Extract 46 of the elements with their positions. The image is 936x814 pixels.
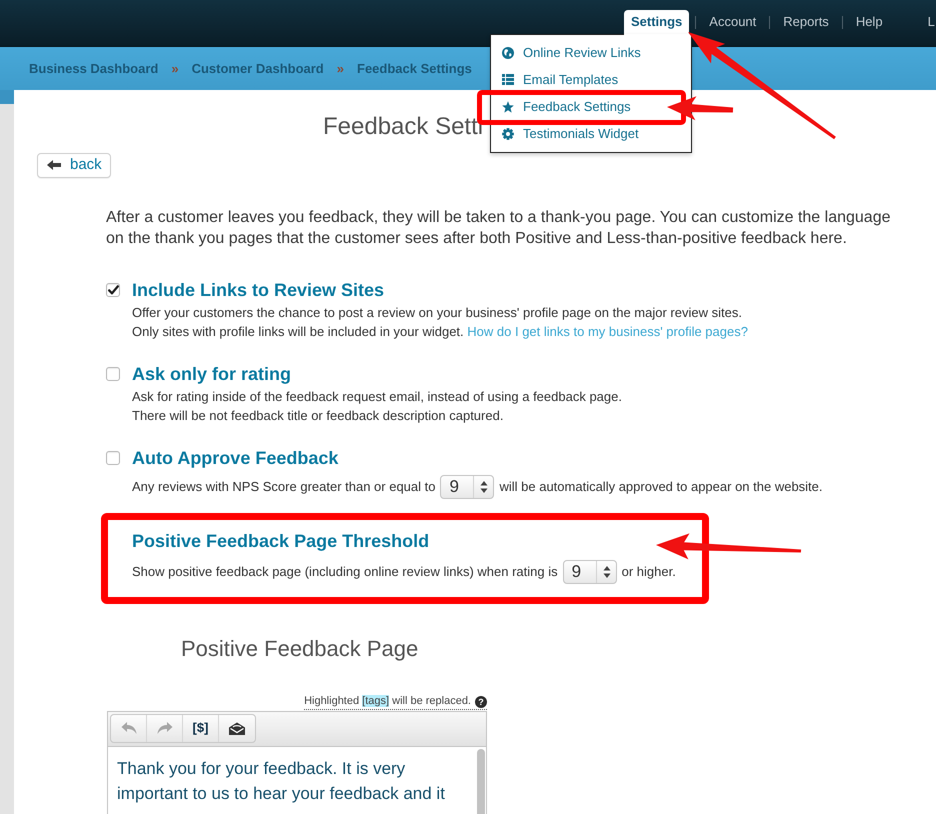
number-select[interactable]: 9 bbox=[562, 560, 617, 584]
number-select[interactable]: 9 bbox=[440, 474, 494, 498]
intro-text: After a customer leaves you feedback, they will be taken to a thank-you page. You can customize the language on the thank you pages that the customer sees after both Positive and Less-than-positive feedback here. bbox=[106, 208, 892, 248]
gear-icon bbox=[502, 128, 514, 140]
undo-icon bbox=[120, 721, 136, 735]
up-down-arrows-icon bbox=[602, 564, 611, 578]
option-title: Auto Approve Feedback bbox=[132, 446, 338, 468]
scrollbar[interactable] bbox=[477, 748, 485, 814]
checkmark-icon bbox=[108, 284, 118, 294]
checkbox[interactable] bbox=[106, 282, 120, 296]
page-title: Feedback Setti bbox=[323, 112, 484, 142]
star-icon bbox=[502, 100, 514, 112]
nav-tab[interactable]: Settings bbox=[624, 10, 690, 34]
checkbox[interactable] bbox=[106, 450, 120, 464]
back-arrow-icon bbox=[47, 160, 61, 170]
menu-item[interactable]: Email Templates bbox=[502, 71, 618, 88]
tag-button[interactable]: [$] bbox=[183, 714, 219, 742]
section-heading: Positive Feedback Page bbox=[181, 634, 418, 662]
breadcrumb-separator: » bbox=[171, 60, 179, 78]
checkbox[interactable] bbox=[106, 366, 120, 380]
nav-tab[interactable]: Account bbox=[696, 10, 770, 34]
option-description: Any reviews with NPS Score greater than or equal to bbox=[132, 478, 436, 496]
option-description: or higher. bbox=[622, 562, 676, 581]
option-description: will be automatically approved to appear on the website. bbox=[499, 478, 823, 496]
nav-tab[interactable]: Reports bbox=[770, 10, 842, 34]
replacement-note: Highlighted [tags] will be replaced. bbox=[304, 695, 471, 708]
option-title: Include Links to Review Sites bbox=[132, 278, 384, 300]
list-icon bbox=[502, 74, 514, 85]
option-title: Ask only for rating bbox=[132, 362, 292, 384]
menu-item[interactable]: Feedback Settings bbox=[502, 98, 631, 115]
menu-item[interactable]: Testimonials Widget bbox=[502, 125, 639, 142]
breadcrumb-separator: » bbox=[336, 60, 344, 78]
option-description: Offer your customers the chance to post a review on your business' profile page on the major review sites. Only sites with profile links will be included in your widget. How do I get links to my business' profile pages? bbox=[132, 304, 748, 340]
help-icon[interactable]: ? bbox=[475, 696, 487, 708]
option-title: Positive Feedback Page Threshold bbox=[132, 530, 430, 552]
nav-link[interactable]: L bbox=[928, 10, 935, 34]
back-button[interactable]: back bbox=[37, 153, 111, 178]
up-down-arrows-icon bbox=[480, 480, 488, 494]
menu-item[interactable]: Online Review Links bbox=[502, 44, 641, 61]
option-description: Ask for rating inside of the feedback request email, instead of using a feedback page. There will be not feedback title or feedback description captured. bbox=[132, 388, 622, 424]
redo-icon bbox=[156, 721, 172, 735]
envelope-icon bbox=[229, 722, 245, 734]
nav-tab[interactable]: Help bbox=[842, 10, 896, 34]
globe-icon bbox=[502, 46, 514, 58]
editor-text-field[interactable]: Thank you for your feedback. It is very important to us to hear your feedback and it bbox=[108, 746, 486, 814]
option-description: Show positive feedback page (including online review links) when rating is bbox=[132, 562, 558, 581]
